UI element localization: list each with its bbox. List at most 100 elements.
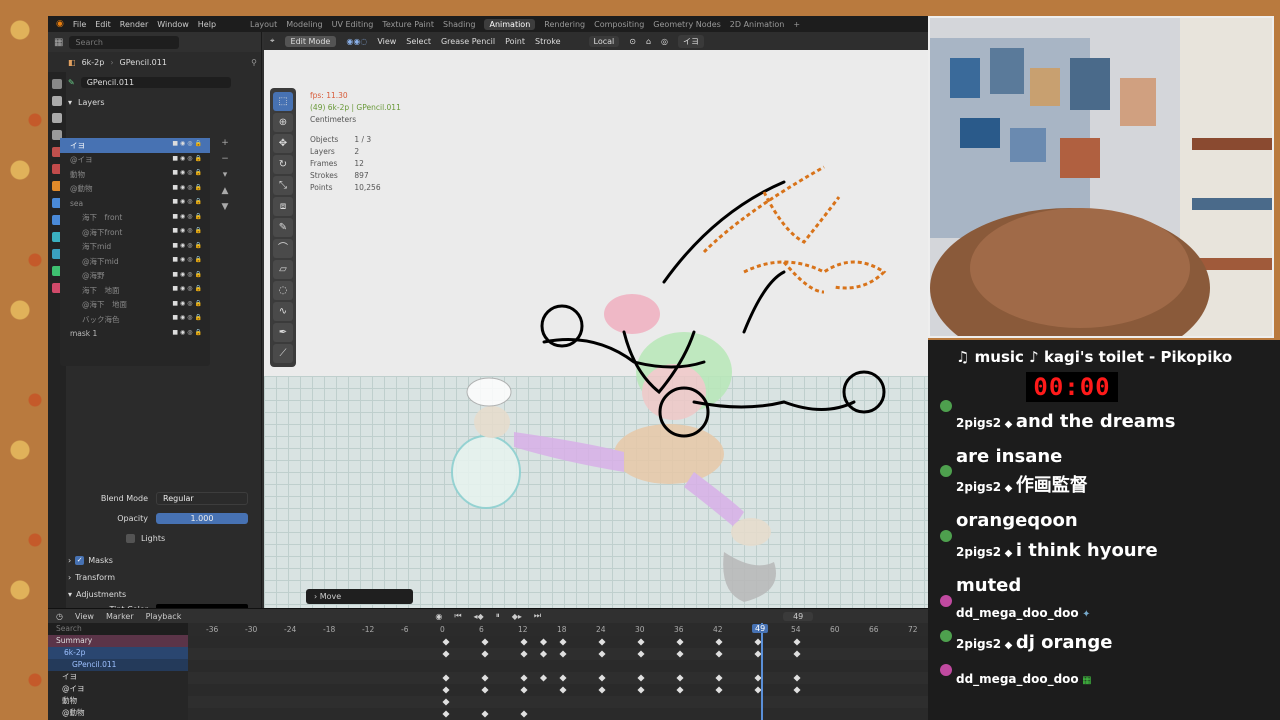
channel-row[interactable]: @動物 [48,707,188,719]
layer-toggle-icons[interactable]: ■◉◎🔒 [172,213,204,220]
breadcrumb: ◧ 6k-2p › GPencil.011 ⚲ [68,52,257,72]
layer-toggle-icons[interactable]: ■◉◎🔒 [172,285,204,292]
orange-dashed-strokes [702,165,887,294]
tab-compositing[interactable]: Compositing [594,20,644,29]
chat-username: 2pigs2 [956,637,1002,651]
layer-item[interactable]: 海下 地面 ■◉◎🔒 [60,283,210,298]
layer-toggle-icons[interactable]: ■◉◎🔒 [172,300,204,307]
tab-2d-animation[interactable]: 2D Animation [730,20,785,29]
frame-ruler[interactable]: -36-30-24-18-12-606121824303642485460667… [188,623,928,636]
layer-toggle-icons[interactable]: ■◉◎🔒 [172,169,204,176]
add-workspace-button[interactable]: + [793,20,800,29]
channel-row[interactable]: GPencil.011 [48,659,188,671]
playhead[interactable] [761,623,763,720]
layer-item[interactable]: @海下 地面 ■◉◎🔒 [60,298,210,313]
layer-toggle-icons[interactable]: ■◉◎🔒 [172,242,204,249]
jump-end-button[interactable]: ⏭ [534,611,541,621]
3d-viewport[interactable]: ⌖ Edit Mode ◉◉◌ View Select Grease Penci… [264,32,928,608]
transform-section[interactable]: › Transform [68,569,248,586]
prev-keyframe-button[interactable]: ◂◆ [474,612,484,621]
channel-row[interactable]: @イヨ [48,683,188,695]
jump-start-button[interactable]: ⏮ [454,611,461,621]
layer-item[interactable]: @海下mid ■◉◎🔒 [60,254,210,269]
channel-row[interactable]: イヨ [48,671,188,683]
tab-shading[interactable]: Shading [443,20,476,29]
editor-type-icon[interactable]: ▦ [54,37,63,48]
grease-pencil-drawing[interactable] [264,32,928,608]
layer-name: @海下front [82,227,123,237]
layer-item[interactable]: イヨ ■◉◎🔒 [60,138,210,153]
move-layer-down-button[interactable]: ▼ [218,202,232,214]
menu-render[interactable]: Render [120,20,148,29]
output-tab-icon[interactable] [52,113,62,123]
layer-name: @海下 地面 [82,300,127,310]
record-button[interactable]: ◉ [435,612,442,621]
layer-toggle-icons[interactable]: ■◉◎🔒 [172,329,204,336]
layer-item[interactable]: @海野 ■◉◎🔒 [60,269,210,284]
menu-playback[interactable]: Playback [146,612,182,621]
layer-toggle-icons[interactable]: ■◉◎🔒 [172,256,204,263]
layer-toggle-icons[interactable]: ■◉◎🔒 [172,198,204,205]
pause-button[interactable]: ⏸ [496,611,500,621]
layer-item[interactable]: 海下mid ■◉◎🔒 [60,240,210,255]
tab-rendering[interactable]: Rendering [544,20,585,29]
tab-uv-editing[interactable]: UV Editing [332,20,374,29]
layer-item[interactable]: 海下 front ■◉◎🔒 [60,211,210,226]
current-frame-field[interactable]: 49 [783,611,814,621]
layer-item[interactable]: mask 1 ■◉◎🔒 [60,327,210,342]
layer-specials-icon[interactable]: ▾ [218,170,232,182]
chevron-right-icon: › [68,556,72,565]
data-name-field[interactable]: GPencil.011 [80,76,231,88]
chevron-down-icon: ▾ [68,590,73,599]
menu-file[interactable]: File [73,20,86,29]
render-tab-icon[interactable] [52,96,62,106]
move-layer-up-button[interactable]: ▲ [218,186,232,198]
layer-item[interactable]: sea ■◉◎🔒 [60,196,210,211]
tab-geometry-nodes[interactable]: Geometry Nodes [653,20,720,29]
tab-modeling[interactable]: Modeling [286,20,322,29]
menu-help[interactable]: Help [198,20,216,29]
layer-toggle-icons[interactable]: ■◉◎🔒 [172,314,204,321]
blender-logo-icon[interactable]: ◉ [56,19,64,29]
menu-edit[interactable]: Edit [95,20,111,29]
editor-type-icon[interactable]: ◷ [56,612,63,621]
channel-row[interactable]: 6k-2p [48,647,188,659]
tab-texture-paint[interactable]: Texture Paint [382,20,434,29]
layer-item[interactable]: @イヨ ■◉◎🔒 [60,153,210,168]
pin-icon[interactable]: ⚲ [251,58,257,67]
masks-section[interactable]: › ✓ Masks [68,552,248,569]
keyframes[interactable] [188,636,928,720]
properties-search-input[interactable]: Search [69,35,180,49]
channel-row[interactable]: 動物 [48,695,188,707]
chat-message: 2pigs2 ◆ 作画監督 orangeqoon [956,470,1196,540]
blend-mode-select[interactable]: Regular [156,491,248,505]
menu-marker[interactable]: Marker [106,612,134,621]
menu-view[interactable]: View [75,612,94,621]
layer-item[interactable]: 動物 ■◉◎🔒 [60,167,210,182]
channel-row[interactable]: Summary [48,635,188,647]
layers-section-header[interactable]: ▾ Layers [68,92,257,112]
layer-toggle-icons[interactable]: ■◉◎🔒 [172,140,204,147]
last-operator-panel[interactable]: › Move [306,589,413,604]
tool-tab-icon[interactable] [52,79,62,89]
next-keyframe-button[interactable]: ◆▸ [512,612,522,621]
layer-toggle-icons[interactable]: ■◉◎🔒 [172,271,204,278]
adjustments-section[interactable]: ▾ Adjustments [68,586,248,603]
masks-checkbox[interactable]: ✓ [75,556,85,565]
layer-toggle-icons[interactable]: ■◉◎🔒 [172,155,204,162]
lights-checkbox[interactable] [126,533,135,543]
add-layer-button[interactable]: + [218,138,232,150]
menu-window[interactable]: Window [157,20,189,29]
channel-search-input[interactable]: Search [48,623,188,635]
bag-fill [451,435,521,509]
layer-item[interactable]: @動物 ■◉◎🔒 [60,182,210,197]
layer-toggle-icons[interactable]: ■◉◎🔒 [172,184,204,191]
layer-item[interactable]: バック海色 ■◉◎🔒 [60,312,210,327]
ruler-tick: 60 [830,625,840,634]
layer-item[interactable]: @海下front ■◉◎🔒 [60,225,210,240]
tab-layout[interactable]: Layout [250,20,277,29]
layer-toggle-icons[interactable]: ■◉◎🔒 [172,227,204,234]
remove-layer-button[interactable]: − [218,154,232,166]
opacity-slider[interactable]: 1.000 [156,512,248,524]
tab-animation[interactable]: Animation [484,18,536,30]
